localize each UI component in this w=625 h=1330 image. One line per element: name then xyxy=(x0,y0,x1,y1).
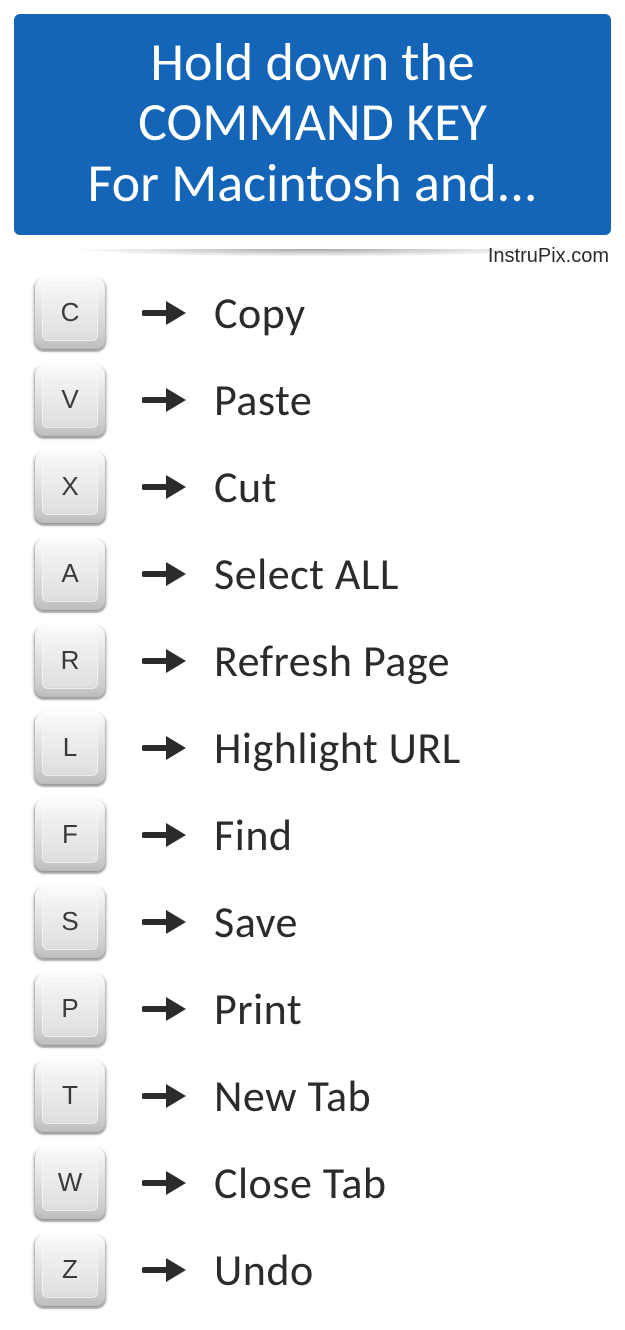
key-letter: T xyxy=(62,1080,78,1111)
key-letter: A xyxy=(61,558,78,589)
key-letter: F xyxy=(62,819,78,850)
keyboard-key: X xyxy=(34,451,106,523)
divider: InstruPix.com xyxy=(0,241,625,269)
shortcut-row: V Paste xyxy=(34,356,605,443)
arrow-right-icon xyxy=(142,1080,186,1112)
action-label: Undo xyxy=(214,1243,314,1297)
arrow-right-icon xyxy=(142,819,186,851)
keyboard-key: Z xyxy=(34,1234,106,1306)
key-letter: S xyxy=(61,906,78,937)
action-label: Copy xyxy=(214,286,305,340)
header-line-2: COMMAND KEY xyxy=(24,92,601,152)
arrow-right-icon xyxy=(142,558,186,590)
keyboard-key: V xyxy=(34,364,106,436)
shortcut-row: T New Tab xyxy=(34,1052,605,1139)
key-letter: Z xyxy=(62,1254,78,1285)
shortcut-row: L Highlight URL xyxy=(34,704,605,791)
header-line-1: Hold down the xyxy=(24,32,601,92)
action-label: Refresh Page xyxy=(214,634,450,688)
arrow-right-icon xyxy=(142,384,186,416)
action-label: Select ALL xyxy=(214,547,399,601)
key-letter: P xyxy=(61,993,78,1024)
shortcut-row: A Select ALL xyxy=(34,530,605,617)
shortcut-row: R Refresh Page xyxy=(34,617,605,704)
shortcut-row: W Close Tab xyxy=(34,1139,605,1226)
action-label: Cut xyxy=(214,460,277,514)
arrow-right-icon xyxy=(142,993,186,1025)
keyboard-key: L xyxy=(34,712,106,784)
arrow-right-icon xyxy=(142,1167,186,1199)
shortcut-row: X Cut xyxy=(34,443,605,530)
shortcut-row: F Find xyxy=(34,791,605,878)
keyboard-key: P xyxy=(34,973,106,1045)
shortcut-list: C CopyV PasteX CutA Select ALLR Refresh … xyxy=(0,269,625,1323)
key-letter: R xyxy=(61,645,80,676)
key-letter: X xyxy=(61,471,78,502)
keyboard-key: A xyxy=(34,538,106,610)
arrow-right-icon xyxy=(142,297,186,329)
keyboard-key: T xyxy=(34,1060,106,1132)
action-label: New Tab xyxy=(214,1069,371,1123)
arrow-right-icon xyxy=(142,471,186,503)
keyboard-key: S xyxy=(34,886,106,958)
key-letter: V xyxy=(61,384,78,415)
arrow-right-icon xyxy=(142,906,186,938)
header-banner: Hold down the COMMAND KEY For Macintosh … xyxy=(14,14,611,235)
keyboard-key: C xyxy=(34,277,106,349)
action-label: Save xyxy=(214,895,298,949)
keyboard-key: F xyxy=(34,799,106,871)
shortcut-row: P Print xyxy=(34,965,605,1052)
key-letter: W xyxy=(58,1167,83,1198)
keyboard-key: R xyxy=(34,625,106,697)
action-label: Highlight URL xyxy=(214,721,461,775)
action-label: Find xyxy=(214,808,293,862)
action-label: Close Tab xyxy=(214,1156,387,1210)
action-label: Print xyxy=(214,982,302,1036)
shortcut-row: C Copy xyxy=(34,269,605,356)
arrow-right-icon xyxy=(142,645,186,677)
key-letter: C xyxy=(61,297,80,328)
keyboard-key: W xyxy=(34,1147,106,1219)
shortcut-row: Z Undo xyxy=(34,1226,605,1313)
attribution-text: InstruPix.com xyxy=(488,245,609,268)
arrow-right-icon xyxy=(142,732,186,764)
key-letter: L xyxy=(63,732,77,763)
header-line-3: For Macintosh and... xyxy=(24,153,601,213)
arrow-right-icon xyxy=(142,1254,186,1286)
action-label: Paste xyxy=(214,373,312,427)
shortcut-row: S Save xyxy=(34,878,605,965)
